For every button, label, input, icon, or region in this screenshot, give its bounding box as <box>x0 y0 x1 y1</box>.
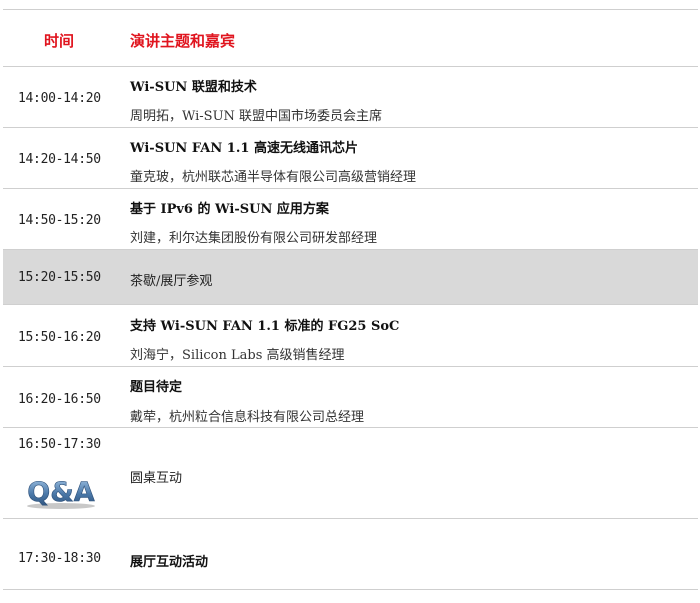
session-title: Wi-SUN 联盟和技术 <box>130 80 257 95</box>
session-title: 圆桌互动 <box>130 471 183 486</box>
session-title: 茶歇/展厅参观 <box>130 274 213 289</box>
qa-row: 16:50-17:30 Q&A 圆桌互动 <box>3 427 698 518</box>
session-time: 14:00-14:20 <box>18 91 101 106</box>
session-row: 14:00-14:20 Wi-SUN 联盟和技术 周明拓，Wi-SUN 联盟中国… <box>3 66 698 127</box>
session-time: 14:20-14:50 <box>18 152 101 167</box>
session-speaker: 周明拓，Wi-SUN 联盟中国市场委员会主席 <box>130 109 383 124</box>
break-row: 15:20-15:50 茶歇/展厅参观 <box>3 249 698 304</box>
session-title: 题目待定 <box>130 380 183 395</box>
session-time: 16:50-17:30 <box>18 437 101 452</box>
time-column-header: 时间 <box>44 32 75 50</box>
session-speaker: 童克玻，杭州联芯通半导体有限公司高级营销经理 <box>130 170 417 185</box>
qa-logo-text: Q&A <box>27 477 94 508</box>
session-row: 15:50-16:20 支持 Wi-SUN FAN 1.1 标准的 FG25 S… <box>3 304 698 366</box>
session-title: Wi-SUN FAN 1.1 高速无线通讯芯片 <box>130 141 358 156</box>
session-time: 15:50-16:20 <box>18 330 101 345</box>
session-time: 16:20-16:50 <box>18 392 101 407</box>
session-row: 17:30-18:30 展厅互动活动 <box>3 518 698 590</box>
session-time: 17:30-18:30 <box>18 551 101 566</box>
agenda-header-row: 时间 演讲主题和嘉宾 <box>3 9 698 66</box>
session-title: 支持 Wi-SUN FAN 1.1 标准的 FG25 SoC <box>130 319 400 334</box>
session-title: 基于 IPv6 的 Wi-SUN 应用方案 <box>130 202 329 217</box>
agenda-table: 时间 演讲主题和嘉宾 14:00-14:20 Wi-SUN 联盟和技术 周明拓，… <box>3 9 698 590</box>
qa-logo-icon: Q&A <box>27 477 95 509</box>
session-row: 14:50-15:20 基于 IPv6 的 Wi-SUN 应用方案 刘建，利尔达… <box>3 188 698 249</box>
session-row: 16:20-16:50 题目待定 戴荦，杭州粒合信息科技有限公司总经理 <box>3 366 698 427</box>
session-speaker: 刘建，利尔达集团股份有限公司研发部经理 <box>130 231 378 246</box>
session-speaker: 刘海宁，Silicon Labs 高级销售经理 <box>130 348 345 363</box>
session-row: 14:20-14:50 Wi-SUN FAN 1.1 高速无线通讯芯片 童克玻，… <box>3 127 698 188</box>
topic-column-header: 演讲主题和嘉宾 <box>130 32 236 50</box>
session-time: 14:50-15:20 <box>18 213 101 228</box>
session-title: 展厅互动活动 <box>130 555 209 570</box>
session-speaker: 戴荦，杭州粒合信息科技有限公司总经理 <box>130 410 365 425</box>
session-time: 15:20-15:50 <box>18 270 101 285</box>
